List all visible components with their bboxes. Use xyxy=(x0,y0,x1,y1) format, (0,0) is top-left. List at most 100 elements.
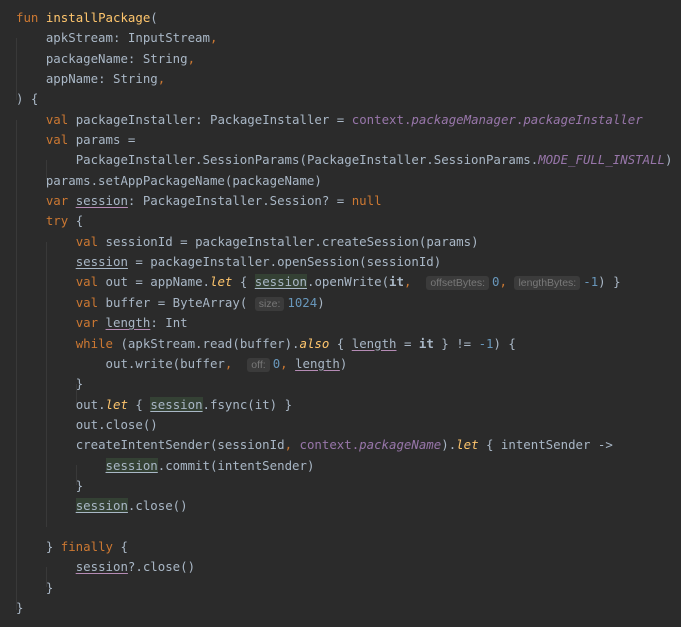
property: packageManager xyxy=(411,111,516,127)
code-line: try { xyxy=(16,211,673,231)
statement: params.setAppPackageName(packageName) xyxy=(45,172,322,188)
keyword-it: it xyxy=(418,335,434,351)
code-line: val sessionId = packageInstaller.createS… xyxy=(16,232,673,252)
param-type: String xyxy=(112,71,158,87)
property: packageInstaller xyxy=(523,111,643,127)
code-line: packageName: String, xyxy=(16,49,673,69)
punctuation: ) xyxy=(317,294,325,310)
variable-length: length xyxy=(105,315,151,331)
keyword: val xyxy=(75,274,99,290)
punctuation: } xyxy=(75,477,84,493)
keyword: var xyxy=(45,193,69,209)
identifier: packageInstaller xyxy=(75,111,196,127)
operator: = xyxy=(396,335,419,351)
keyword: finally xyxy=(60,538,113,554)
code-line: createIntentSender(sessionId, context.pa… xyxy=(16,435,673,455)
statement: out.close() xyxy=(75,416,158,432)
punctuation: } xyxy=(16,599,24,615)
punctuation: ( xyxy=(150,10,158,25)
punctuation: ) xyxy=(339,355,348,371)
method-call: .openWrite( xyxy=(306,274,390,290)
punctuation: } xyxy=(45,579,54,595)
punctuation: ) } xyxy=(598,274,621,290)
punctuation: : xyxy=(98,71,113,87)
code-line: session.commit(intentSender) xyxy=(16,456,673,476)
code-line: val buffer = ByteArray( size: 1024) xyxy=(16,293,673,313)
method-call: .fsync(it) } xyxy=(202,396,293,412)
code-editor[interactable]: fun installPackage( apkStream: InputStre… xyxy=(0,0,681,627)
code-line: val params = xyxy=(16,130,673,150)
code-line: } xyxy=(16,374,673,394)
parameter-hint: size: xyxy=(254,296,285,311)
keyword: var xyxy=(75,315,99,331)
operator: = xyxy=(329,111,352,127)
statement: createIntentSender(sessionId xyxy=(75,437,285,453)
variable-session-smartcast: session xyxy=(75,498,128,514)
code-line: session?.close() xyxy=(16,557,673,577)
code-line: } finally { xyxy=(16,537,673,557)
statement: sessionId = packageInstaller.createSessi… xyxy=(105,233,479,249)
param-name: appName xyxy=(45,71,99,87)
code-line: } xyxy=(16,598,673,618)
method-call: .close() xyxy=(127,498,188,514)
param-name: apkStream xyxy=(45,30,113,46)
punctuation: , xyxy=(209,30,218,46)
code-line: var length: Int xyxy=(16,313,673,333)
expression: (apkStream.read(buffer). xyxy=(113,335,300,351)
code-line: out.close() xyxy=(16,415,673,435)
variable-session-smartcast: session xyxy=(254,274,307,290)
punctuation: } xyxy=(75,376,84,392)
punctuation: ) { xyxy=(16,91,39,107)
code-line: var session: PackageInstaller.Session? =… xyxy=(16,191,673,211)
number: -1 xyxy=(478,335,494,351)
keyword: null xyxy=(351,193,382,209)
number: 1024 xyxy=(287,294,318,310)
keyword: fun xyxy=(16,10,39,25)
keyword-it: it xyxy=(389,274,404,290)
punctuation: , xyxy=(224,355,233,371)
number: -1 xyxy=(583,274,599,290)
param-type: String xyxy=(142,50,188,66)
code-lines: fun installPackage( apkStream: InputStre… xyxy=(16,8,673,618)
punctuation: , xyxy=(157,71,166,87)
punctuation: , xyxy=(187,50,196,66)
expression: PackageInstaller.SessionParams(PackageIn… xyxy=(75,152,539,168)
function-name: installPackage xyxy=(45,10,151,25)
punctuation: { xyxy=(112,538,128,554)
variable-length: length xyxy=(295,355,340,371)
punctuation: ) { xyxy=(493,335,516,351)
statement: out.write(buffer xyxy=(105,355,225,371)
scope-function: let xyxy=(456,437,479,453)
keyword: val xyxy=(45,111,69,127)
type: : PackageInstaller.Session? = xyxy=(127,193,352,209)
lambda: { intentSender -> xyxy=(478,437,613,453)
punctuation: { xyxy=(232,274,255,290)
punctuation: , xyxy=(499,274,507,290)
code-line: val out = appName.let { session.openWrit… xyxy=(16,272,673,292)
punctuation: : xyxy=(195,111,210,127)
constant: MODE_FULL_INSTALL xyxy=(538,152,666,168)
scope-function: let xyxy=(209,274,233,290)
param-name: packageName xyxy=(45,50,128,66)
variable-session-smartcast: session xyxy=(150,396,203,412)
parameter-hint: offsetBytes: xyxy=(426,276,490,291)
scope-function: let xyxy=(105,396,128,412)
code-line: PackageInstaller.SessionParams(PackageIn… xyxy=(16,150,673,170)
punctuation: { xyxy=(68,213,84,229)
keyword: try xyxy=(45,213,69,229)
punctuation: , xyxy=(284,437,293,453)
statement: out = appName. xyxy=(105,274,210,290)
statement: = packageInstaller.openSession(sessionId… xyxy=(127,254,442,270)
type: : Int xyxy=(150,315,188,331)
code-line: out.let { session.fsync(it) } xyxy=(16,395,673,415)
property: context. xyxy=(351,111,412,127)
keyword: while xyxy=(75,335,113,351)
operator: } != xyxy=(433,335,479,351)
code-line: } xyxy=(16,578,673,598)
code-line: out.write(buffer, off: 0, length) xyxy=(16,354,673,374)
code-line: } xyxy=(16,476,673,496)
identifier: params = xyxy=(75,132,136,148)
code-line: params.setAppPackageName(packageName) xyxy=(16,171,673,191)
punctuation: : xyxy=(112,30,128,46)
